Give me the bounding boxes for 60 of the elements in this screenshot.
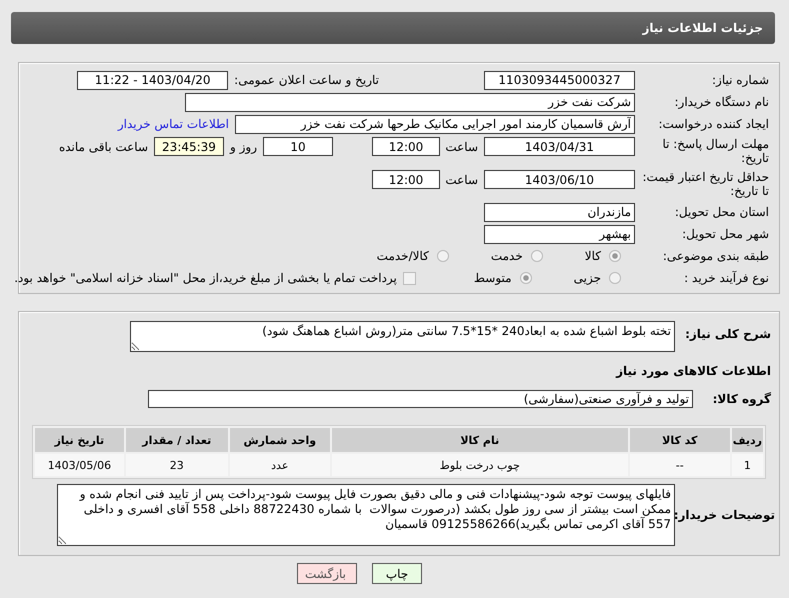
text-area[interactable]: فایلهای پیوست توجه شود-پیشنهادات فنی و مالی دقیق بصورت فایل پیوست شود-پرداخت پس از تایید فنی انجام شده و ممکن است بیشتر از سی روز طول بکشد (درصورت سوالات با شماره 88722430 داخلی 558 آقای افسری و داخلی 557 آقای اکرمی تماس بگیرید)09125586266 قاسمیان <box>57 484 675 546</box>
field-label: نام دستگاه خریدار: <box>674 95 770 109</box>
field-label: روز و <box>230 140 257 154</box>
field-label: نوع فرآیند خرید : <box>683 271 770 285</box>
field-label: حداقل تاریخ اعتبار قیمت: تا تاریخ: <box>641 170 770 198</box>
field-label: ساعت <box>446 172 478 186</box>
back-button[interactable]: بازگشت <box>297 563 357 584</box>
option-label: کالا <box>584 249 601 263</box>
checkbox[interactable] <box>402 272 416 284</box>
text-field[interactable]: تولید و فرآوری صنعتی(سفارشی) <box>148 390 693 408</box>
option-label: جزیی <box>574 271 601 285</box>
field-label: ساعت باقی مانده <box>58 140 148 154</box>
text-field[interactable]: 12:00 <box>372 170 440 189</box>
radio-button[interactable] <box>609 272 621 284</box>
option-label: متوسط <box>474 271 512 285</box>
text-field[interactable]: 12:00 <box>372 137 440 156</box>
section-heading: اطلاعات کالاهای مورد نیاز <box>614 363 772 380</box>
table-cell: 1 <box>732 454 763 476</box>
text-field[interactable]: 1103093445000327 <box>484 70 635 90</box>
text-field[interactable]: 23:45:39 <box>154 137 224 156</box>
column-header: تعداد / مقدار <box>126 428 228 452</box>
option-label: پرداخت تمام یا بخشی از مبلغ خرید،از محل "اسناد خزانه اسلامی" خواهد بود. <box>14 271 397 285</box>
column-header: واحد شمارش <box>230 428 330 452</box>
print-button[interactable]: چاپ <box>372 563 422 584</box>
text-field[interactable]: شرکت نفت خزر <box>185 92 635 112</box>
page-title: جزئیات اطلاعات نیاز <box>642 21 763 35</box>
table-cell: 23 <box>126 454 228 476</box>
column-header: تاریخ نیاز <box>35 428 124 452</box>
field-label: تاریخ و ساعت اعلان عمومی: <box>234 73 379 87</box>
field-label: توضیحات خریدار: <box>675 507 776 522</box>
text-field[interactable]: مازندران <box>484 202 635 222</box>
table-cell: -- <box>630 454 730 476</box>
radio-button[interactable] <box>609 250 621 262</box>
field-label: گروه کالا: <box>712 392 772 406</box>
radio-button[interactable] <box>530 250 543 262</box>
column-header: کد کالا <box>630 428 730 452</box>
field-label: شرح کلی نیاز: <box>684 326 772 341</box>
field-label: استان محل تحویل: <box>674 205 770 219</box>
table-cell: عدد <box>230 454 330 476</box>
text-field[interactable]: 1403/04/20 - 11:22 <box>77 70 228 90</box>
radio-button[interactable] <box>436 250 449 262</box>
text-area[interactable]: تخته بلوط اشباع شده به ابعاد240 *15*7.5 سانتی متر(روش اشباع هماهنگ شود) <box>130 321 675 352</box>
field-label: ساعت <box>446 140 478 154</box>
field-label: طبقه بندی موضوعی: <box>662 249 770 263</box>
text-field[interactable]: بهشهر <box>484 224 635 244</box>
field-label: شماره نیاز: <box>711 73 770 87</box>
text-field[interactable]: 1403/04/31 <box>484 137 635 156</box>
field-label: شهر محل تحویل: <box>681 227 770 241</box>
contact-link[interactable]: اطلاعات تماس خریدار <box>118 117 229 131</box>
option-label: خدمت <box>490 249 523 263</box>
field-label: مهلت ارسال پاسخ: تا تاریخ: <box>661 137 770 165</box>
text-field[interactable]: 10 <box>263 137 333 156</box>
field-label: ایجاد کننده درخواست: <box>657 117 770 131</box>
table-cell: چوب درخت بلوط <box>332 454 628 476</box>
table-cell: 1403/05/06 <box>35 454 124 476</box>
option-label: کالا/خدمت <box>376 249 429 263</box>
column-header: نام کالا <box>332 428 628 452</box>
column-header: ردیف <box>732 428 763 452</box>
radio-button[interactable] <box>520 272 532 284</box>
text-field[interactable]: 1403/06/10 <box>484 170 635 189</box>
